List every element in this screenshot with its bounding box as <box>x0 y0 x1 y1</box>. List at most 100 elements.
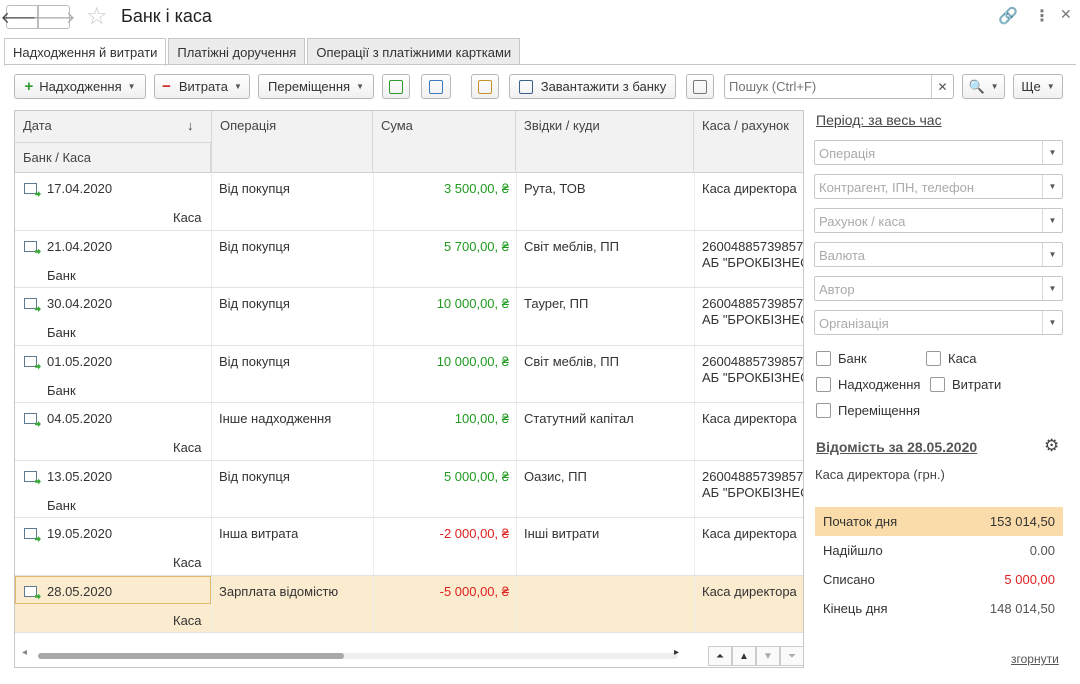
stat-label: Списано <box>823 572 875 587</box>
column-date[interactable]: Дата <box>15 111 211 142</box>
scroll-bottom-button[interactable]: ⏷ <box>780 646 804 666</box>
table-row[interactable]: 28.05.2020 Каса Зарплата відомістю -5 000,0… <box>15 575 803 633</box>
column-operation[interactable]: Операція <box>211 111 373 173</box>
table-row[interactable]: 21.04.2020 Банк Від покупця 5 700,00, ₴ Світ… <box>15 230 804 288</box>
checkbox-box[interactable] <box>926 351 941 366</box>
link-icon[interactable]: 🔗 <box>998 6 1018 26</box>
filter-counterparty[interactable]: Контрагент, ІПН, телефон ▼ <box>814 174 1063 199</box>
scroll-thumb[interactable] <box>38 653 344 659</box>
clear-search-icon[interactable]: ✕ <box>931 75 953 98</box>
collapse-link[interactable]: згорнути <box>1011 652 1059 666</box>
scroll-down-button[interactable]: ▼ <box>756 646 780 666</box>
statement-link[interactable]: Відомість за 28.05.2020 <box>816 439 977 455</box>
more-button[interactable]: Ще ▼ <box>1013 74 1063 99</box>
table-row[interactable]: 19.05.2020 Каса Інша витрата -2 000,00, ₴ Ін… <box>15 518 803 576</box>
checkbox-transfer[interactable]: Переміщення <box>816 403 920 418</box>
checkbox-box[interactable] <box>930 377 945 392</box>
transfer-button[interactable]: Переміщення ▼ <box>258 74 374 99</box>
selected-cell-frame <box>15 575 211 604</box>
chevron-down-icon[interactable]: ▼ <box>1042 175 1062 198</box>
checkbox-expense[interactable]: Витрати <box>930 377 1001 392</box>
filter-operation-placeholder: Операція <box>819 146 876 161</box>
row-date: 17.04.2020 <box>47 181 113 196</box>
document-history-button[interactable] <box>471 74 499 99</box>
filter-author[interactable]: Автор ▼ <box>814 276 1063 301</box>
row-from-to: Таурег, ПП <box>524 296 589 311</box>
column-bank-cash[interactable]: Банк / Каса <box>15 142 211 173</box>
search-field[interactable]: ✕ <box>724 74 954 99</box>
chevron-down-icon[interactable]: ▼ <box>1042 311 1062 334</box>
filter-currency[interactable]: Валюта ▼ <box>814 242 1063 267</box>
document-posted-icon <box>24 355 37 367</box>
column-divider <box>516 575 517 632</box>
row-account: 260048857398578 <box>702 468 804 484</box>
gear-icon[interactable]: ⚙ <box>1044 436 1059 456</box>
row-bank-name: АБ "БРОКБІЗНЕС <box>702 484 804 500</box>
expense-button[interactable]: − Витрата ▼ <box>154 74 250 99</box>
last-icon: ⏷ <box>788 650 796 662</box>
tab-income-expense[interactable]: Надходження й витрати <box>4 38 167 66</box>
more-menu-icon[interactable]: ⋮ <box>1034 6 1050 26</box>
table-row[interactable]: 01.05.2020 Банк Від покупця 10 000,00, ₴ Сві… <box>15 345 803 403</box>
tab-payment-orders[interactable]: Платіжні доручення <box>168 38 306 65</box>
title-bar: 🡐 🡒 ☆ Банк і каса 🔗 ⋮ ✕ <box>0 0 1080 36</box>
scroll-right-icon[interactable]: ▸ <box>674 647 679 658</box>
chevron-down-icon[interactable]: ▼ <box>1042 209 1062 232</box>
excel-export-button[interactable] <box>382 74 410 99</box>
stat-value: 5 000,00 <box>1004 572 1055 587</box>
search-input[interactable] <box>725 75 925 98</box>
table-row[interactable]: 04.05.2020 Каса Інше надходження 100,00, ₴ С… <box>15 403 803 461</box>
checkbox-box[interactable] <box>816 377 831 392</box>
create-based-button[interactable] <box>421 74 451 99</box>
load-from-bank-button[interactable]: Завантажити з банку <box>509 74 676 99</box>
sort-down-icon[interactable]: ↓ <box>187 118 194 133</box>
row-operation: Від покупця <box>219 238 290 254</box>
filter-organization[interactable]: Організація ▼ <box>814 310 1063 335</box>
filter-operation[interactable]: Операція ▼ <box>814 140 1063 165</box>
column-divider <box>516 518 517 575</box>
column-divider <box>516 460 517 517</box>
cashbox-label: Каса директора (грн.) <box>815 467 945 482</box>
chevron-down-icon[interactable]: ▼ <box>1042 277 1062 300</box>
checkbox-box[interactable] <box>816 351 831 366</box>
row-bank-cash: Каса <box>173 612 202 628</box>
column-account[interactable]: Каса / рахунок <box>694 111 803 173</box>
print-button[interactable] <box>686 74 714 99</box>
forward-button[interactable]: 🡒 <box>33 5 75 29</box>
stat-value: 0.00 <box>1029 543 1055 558</box>
close-icon[interactable]: ✕ <box>1060 6 1072 23</box>
row-date: 13.05.2020 <box>47 468 113 484</box>
row-bank-name: АБ "БРОКБІЗНЕС <box>702 254 804 270</box>
column-sum[interactable]: Сума <box>373 111 516 173</box>
table-row[interactable]: 17.04.2020 Каса Від покупця 3 500,00, ₴ Рута… <box>15 173 803 231</box>
chevron-down-icon[interactable]: ▼ <box>1042 243 1062 266</box>
checkbox-box[interactable] <box>816 403 831 418</box>
filter-account[interactable]: Рахунок / каса ▼ <box>814 208 1063 233</box>
table-row[interactable]: 30.04.2020 Банк Від покупця 10 000,00, ₴ Тау… <box>15 288 803 346</box>
scroll-top-button[interactable]: ⏶ <box>708 646 732 666</box>
chevron-down-icon[interactable]: ▼ <box>1042 141 1062 164</box>
document-posted-icon <box>24 585 37 597</box>
row-operation: Від покупця <box>219 468 290 484</box>
scroll-left-icon[interactable]: ◂ <box>22 647 27 658</box>
checkbox-cash[interactable]: Каса <box>926 351 977 366</box>
search-button[interactable]: 🔍 ▼ <box>962 74 1005 99</box>
row-account: 260048857398578 <box>702 238 804 254</box>
row-from-to: Світ меблів, ПП <box>524 353 619 369</box>
checkbox-expense-label: Витрати <box>952 377 1002 392</box>
checkbox-bank[interactable]: Банк <box>816 351 867 366</box>
favorite-star-icon[interactable]: ☆ <box>86 2 108 31</box>
horizontal-scrollbar[interactable]: ◂ ▸ <box>14 644 694 666</box>
checkbox-income[interactable]: Надходження <box>816 377 920 392</box>
tab-bar: Надходження й витрати Платіжні доручення… <box>4 38 522 66</box>
period-link[interactable]: Період: за весь час <box>816 112 942 128</box>
column-from-to[interactable]: Звідки / куди <box>516 111 694 173</box>
arrow-right-icon: 🡒 <box>32 9 76 27</box>
income-button[interactable]: + Надходження ▼ <box>14 74 146 99</box>
scroll-up-button[interactable]: ▲ <box>732 646 756 666</box>
checkbox-income-label: Надходження <box>838 377 921 392</box>
tab-card-operations[interactable]: Операції з платіжними картками <box>307 38 521 65</box>
column-divider <box>694 518 695 575</box>
income-button-label: Надходження <box>39 79 122 94</box>
table-row[interactable]: 13.05.2020 Банк Від покупця 5 000,00, ₴ Оази… <box>15 460 804 518</box>
